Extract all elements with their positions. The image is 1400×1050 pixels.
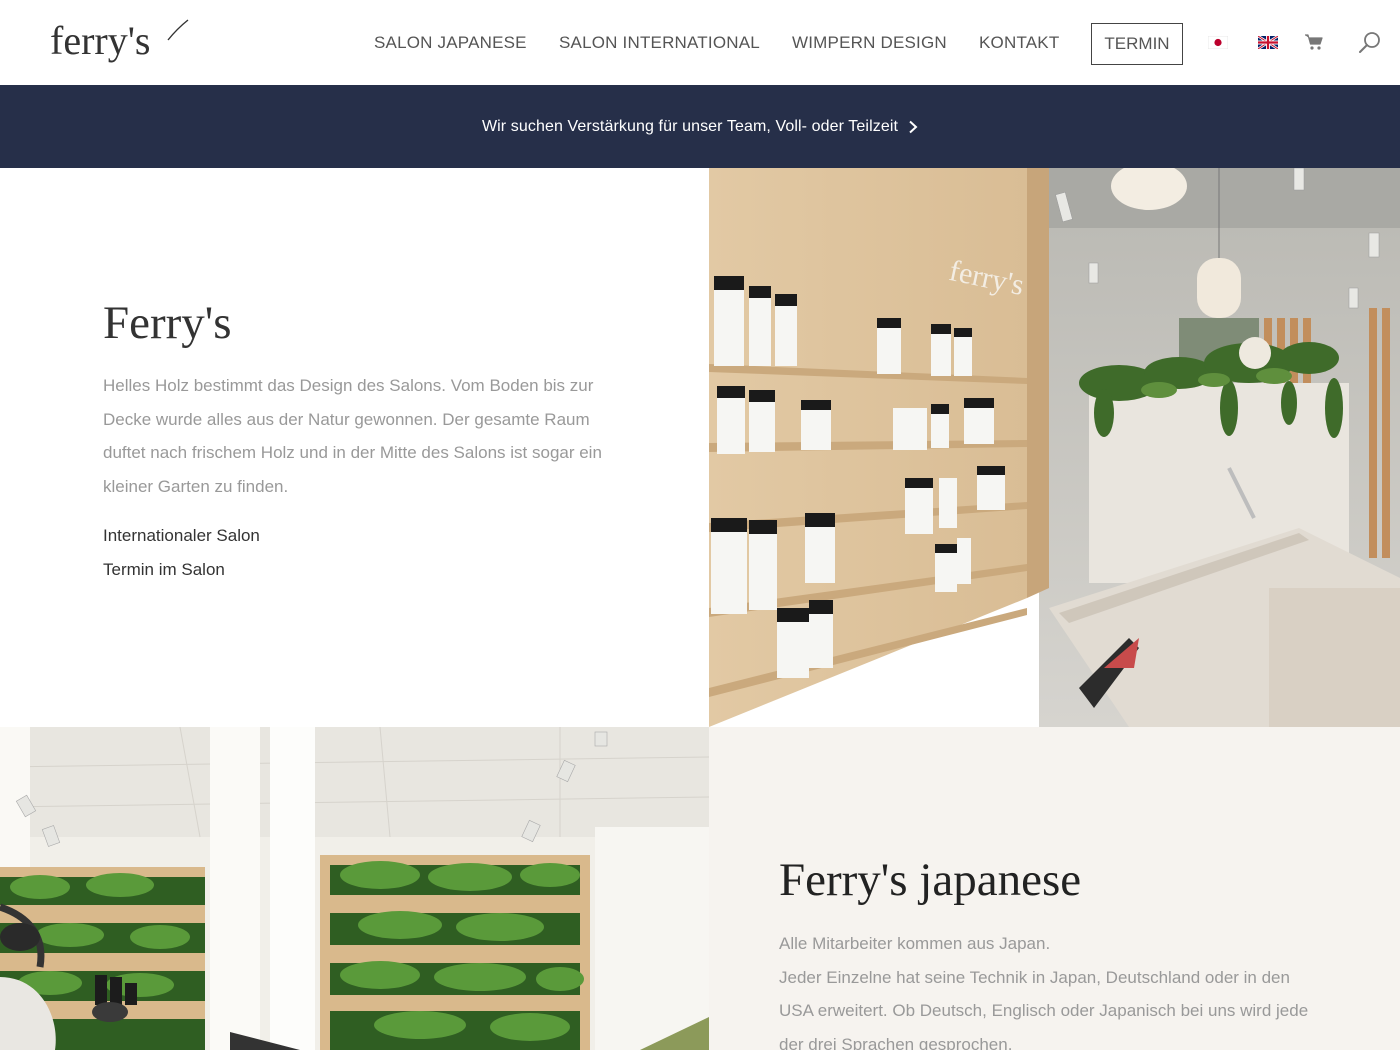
nav-salon-japanese[interactable]: SALON JAPANESE [374,33,527,53]
uk-flag-icon[interactable] [1258,36,1278,49]
svg-text:ferry's: ferry's [50,18,151,63]
japan-flag-icon[interactable] [1208,36,1228,49]
nav-salon-international[interactable]: SALON INTERNATIONAL [559,33,760,53]
link-internationaler-salon[interactable]: Internationaler Salon [103,526,260,546]
section-ferrys-japanese: Ferry's japanese Alle Mitarbeiter kommen… [709,727,1400,1050]
chevron-right-icon [909,120,918,133]
salon-japanese-photo [0,727,709,1050]
recruiting-banner[interactable]: Wir suchen Verstärkung für unser Team, V… [0,85,1400,168]
search-icon[interactable] [1358,31,1382,53]
nav-wimpern-design[interactable]: WIMPERN DESIGN [792,33,947,53]
nav-kontakt[interactable]: KONTAKT [979,33,1059,53]
description-line: Alle Mitarbeiter kommen aus Japan. [779,934,1051,953]
description-line: Jeder Einzelne hat seine Technik in Japa… [779,967,1309,1050]
link-termin-im-salon[interactable]: Termin im Salon [103,560,225,580]
salon-interior-photo: ferry's [709,168,1400,727]
section-ferrys-japanese-title: Ferry's japanese [779,854,1082,906]
ferrys-logo[interactable]: ferry's [50,16,192,68]
cart-icon[interactable] [1304,33,1324,51]
section-ferrys-title: Ferry's [103,297,232,349]
section-ferrys-japanese-description: Alle Mitarbeiter kommen aus Japan. Jeder… [779,927,1319,1050]
site-header: ferry's SALON JAPANESE SALON INTERNATION… [0,0,1400,85]
section-ferrys-description: Helles Holz bestimmt das Design des Salo… [103,376,602,496]
recruiting-banner-text[interactable]: Wir suchen Verstärkung für unser Team, V… [482,118,898,136]
termin-button[interactable]: TERMIN [1091,23,1183,65]
